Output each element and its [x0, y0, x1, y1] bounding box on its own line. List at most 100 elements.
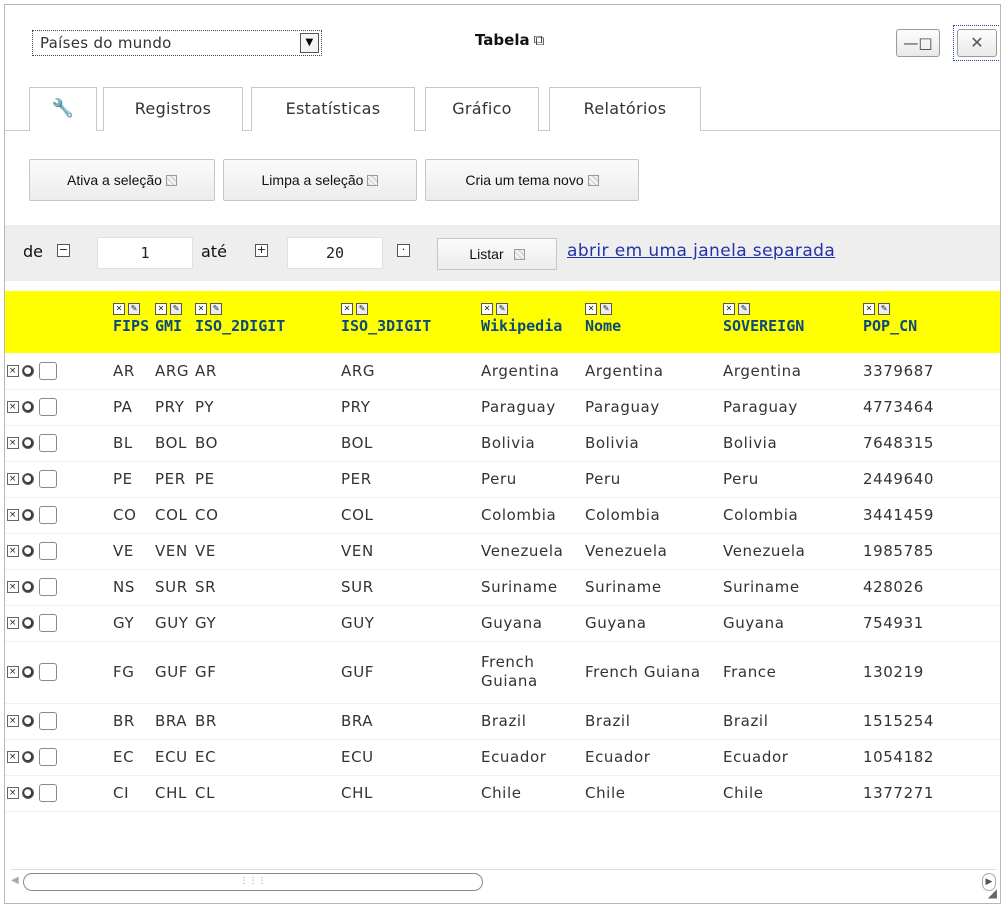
edit-column-icon[interactable]: ✎ [600, 303, 612, 315]
from-input[interactable]: 1 [97, 237, 193, 269]
table-cell-gmi: BOL [155, 434, 187, 452]
row-checkbox[interactable] [39, 470, 57, 489]
row-checkbox[interactable] [39, 578, 57, 597]
table-row[interactable]: × ● GY GUY GY GUY Guyana Guyana Guyana 754931 [5, 605, 1000, 641]
delete-icon[interactable]: × [7, 666, 19, 679]
edit-column-icon[interactable]: ✎ [738, 303, 750, 315]
tab-grafico[interactable]: Gráfico [425, 87, 539, 131]
zoom-icon[interactable]: ● [22, 617, 34, 630]
remove-column-icon[interactable]: × [863, 303, 875, 315]
edit-column-icon[interactable]: ✎ [128, 303, 140, 315]
table-row[interactable]: × ● EC ECU EC ECU Ecuador Ecuador Ecuador 1054182 [5, 739, 1000, 775]
table-row[interactable]: × ● AR ARG AR ARG Argentina Argentina Argentina 3… [5, 353, 1000, 389]
table-cell-gmi: PER [155, 470, 186, 488]
zoom-icon[interactable]: ● [22, 509, 34, 522]
theme-select[interactable]: Países do mundo ▼ [32, 30, 322, 56]
table-row[interactable]: × ● PA PRY PY PRY Paraguay Paraguay Paraguay 4773… [5, 389, 1000, 425]
table-cell-pop_cn: 2449640 [863, 470, 935, 488]
horizontal-scrollbar[interactable]: ◀ ⋮⋮⋮ ▶ [11, 869, 996, 891]
resize-grip-icon[interactable]: ◢ [988, 886, 997, 900]
row-checkbox[interactable] [39, 434, 57, 453]
list-button[interactable]: Listar [437, 238, 557, 270]
table-row[interactable]: × ● VE VEN VE VEN Venezuela Venezuela Venezuela 1… [5, 533, 1000, 569]
external-window-icon[interactable]: ⧉ [534, 31, 545, 49]
table-row[interactable]: × ● BL BOL BO BOL Bolivia Bolivia Bolivia 7648315 [5, 425, 1000, 461]
edit-column-icon[interactable]: ✎ [356, 303, 368, 315]
table-cell-pop_cn: 4773464 [863, 398, 935, 416]
table-row[interactable]: × ● BR BRA BR BRA Brazil Brazil Brazil 1515254 [5, 703, 1000, 739]
column-header: × ✎ POP_CN [863, 303, 918, 335]
edit-column-icon[interactable]: ✎ [878, 303, 890, 315]
decrement-icon[interactable]: − [57, 244, 70, 257]
table-cell-wikipedia: Argentina [481, 361, 560, 380]
zoom-icon[interactable]: ● [22, 581, 34, 594]
maximize-button[interactable]: —□ [896, 29, 940, 57]
scrollbar-thumb[interactable]: ⋮⋮⋮ [23, 873, 483, 891]
to-input[interactable]: 20 [287, 237, 383, 269]
row-checkbox[interactable] [39, 542, 57, 561]
edit-column-icon[interactable]: ✎ [496, 303, 508, 315]
delete-icon[interactable]: × [7, 437, 19, 450]
row-checkbox[interactable] [39, 398, 57, 417]
delete-icon[interactable]: × [7, 401, 19, 414]
zoom-icon[interactable]: ● [22, 751, 34, 764]
table-row[interactable]: × ● CO COL CO COL Colombia Colombia Colombia 3441… [5, 497, 1000, 533]
delete-icon[interactable]: × [7, 751, 19, 764]
delete-icon[interactable]: × [7, 715, 19, 728]
delete-icon[interactable]: × [7, 617, 19, 630]
delete-icon[interactable]: × [7, 545, 19, 558]
delete-icon[interactable]: × [7, 581, 19, 594]
table-row[interactable]: × ● FG GUF GF GUF French Guiana French Guiana Fr… [5, 641, 1000, 703]
zoom-icon[interactable]: ● [22, 666, 34, 679]
zoom-icon[interactable]: ● [22, 437, 34, 450]
edit-column-icon[interactable]: ✎ [170, 303, 182, 315]
remove-column-icon[interactable]: × [481, 303, 493, 315]
row-checkbox[interactable] [39, 614, 57, 633]
edit-column-icon[interactable]: ✎ [210, 303, 222, 315]
table-row[interactable]: × ● PE PER PE PER Peru Peru Peru 2449640 [5, 461, 1000, 497]
zoom-icon[interactable]: ● [22, 365, 34, 377]
activate-selection-button[interactable]: Ativa a seleção [29, 159, 215, 201]
table-row[interactable]: × ● NS SUR SR SUR Suriname Suriname Suriname 4280… [5, 569, 1000, 605]
remove-column-icon[interactable]: × [341, 303, 353, 315]
row-checkbox[interactable] [39, 362, 57, 380]
tab-registros[interactable]: Registros [103, 87, 243, 131]
remove-column-icon[interactable]: × [195, 303, 207, 315]
row-checkbox[interactable] [39, 748, 57, 767]
zoom-icon[interactable]: ● [22, 545, 34, 558]
delete-icon[interactable]: × [7, 365, 19, 377]
delete-icon[interactable]: × [7, 473, 19, 486]
tab-estatisticas[interactable]: Estatísticas [251, 87, 415, 131]
new-theme-button[interactable]: Cria um tema novo [425, 159, 639, 201]
remove-column-icon[interactable]: × [723, 303, 735, 315]
row-checkbox[interactable] [39, 712, 57, 731]
remove-column-icon[interactable]: × [113, 303, 125, 315]
tab-tools[interactable]: 🔧 [29, 87, 97, 131]
open-separate-window-link[interactable]: abrir em uma janela separada [567, 241, 835, 261]
zoom-icon[interactable]: ● [22, 787, 34, 800]
delete-icon[interactable]: × [7, 509, 19, 522]
zoom-icon[interactable]: ● [22, 715, 34, 728]
table-cell-sovereign: Ecuador [723, 748, 789, 766]
table-cell-iso_3digit: GUF [341, 663, 375, 681]
scroll-left-icon[interactable]: ◀ [11, 875, 19, 886]
row-checkbox[interactable] [39, 506, 57, 525]
table-cell-pop_cn: 3379687 [863, 361, 935, 380]
tab-relatorios[interactable]: Relatórios [549, 87, 701, 131]
increment-icon[interactable]: + [255, 244, 268, 257]
remove-column-icon[interactable]: × [155, 303, 167, 315]
delete-icon[interactable]: × [7, 787, 19, 800]
row-checkbox[interactable] [39, 663, 57, 682]
column-header: × ✎ SOVEREIGN [723, 303, 805, 335]
row-checkbox[interactable] [39, 784, 57, 803]
clear-selection-button[interactable]: Limpa a seleção [223, 159, 417, 201]
zoom-icon[interactable]: ● [22, 473, 34, 486]
table-row[interactable]: × ● CI CHL CL CHL Chile Chile Chile 1377271 [5, 775, 1000, 811]
close-button[interactable]: ✕ [953, 25, 1000, 61]
table-cell-gmi: PRY [155, 398, 185, 416]
refresh-icon[interactable]: · [397, 244, 410, 257]
chevron-down-icon[interactable]: ▼ [300, 33, 319, 53]
zoom-icon[interactable]: ● [22, 401, 34, 414]
table-cell-pop_cn: 130219 [863, 663, 924, 681]
remove-column-icon[interactable]: × [585, 303, 597, 315]
